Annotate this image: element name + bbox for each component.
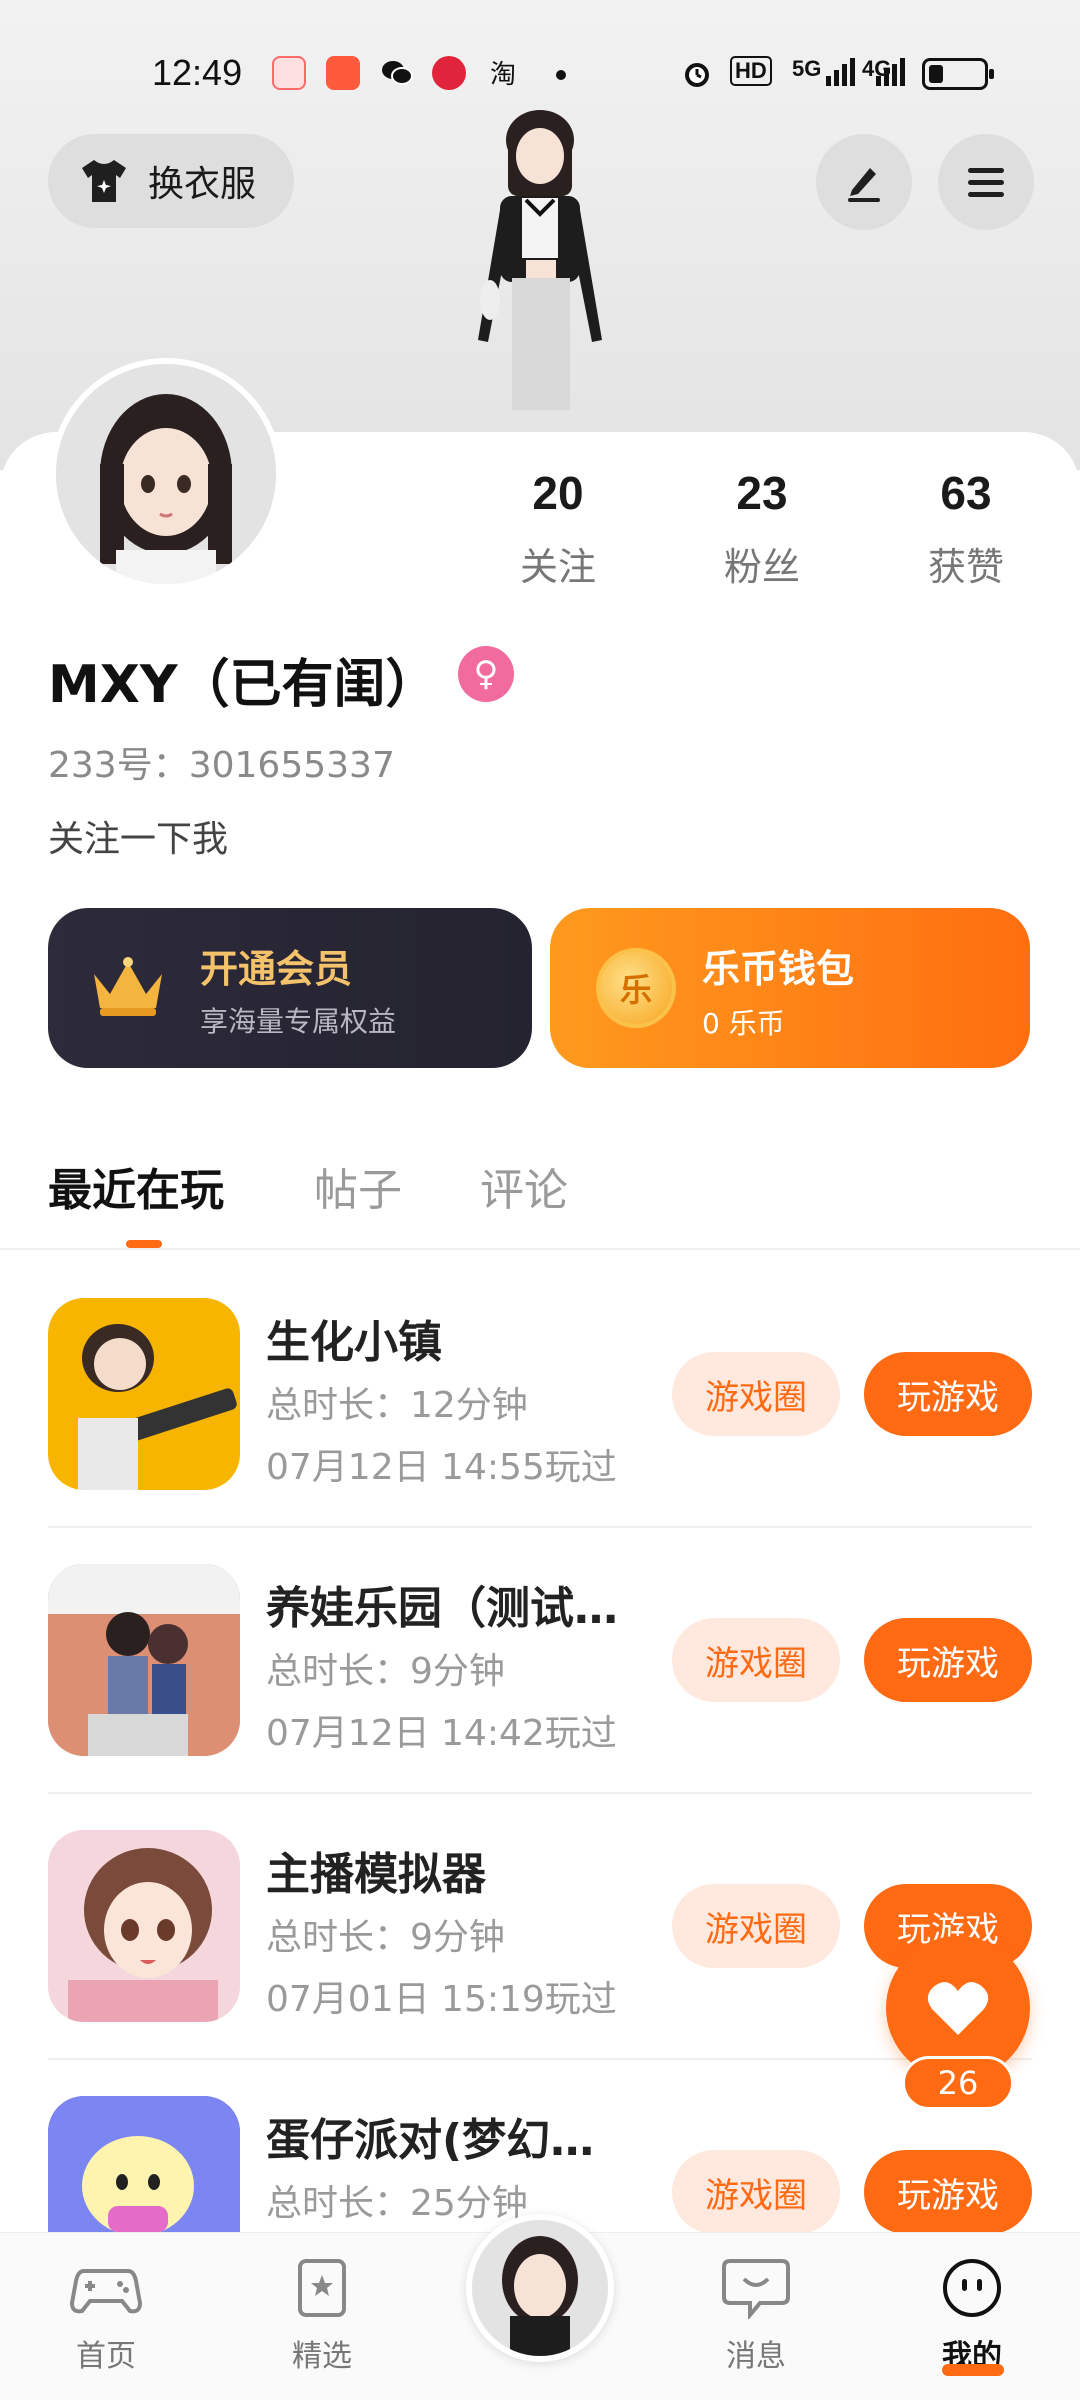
alarm-icon bbox=[680, 56, 714, 90]
shirt-icon bbox=[82, 160, 126, 202]
tab-recently-played[interactable]: 最近在玩 bbox=[48, 1154, 224, 1218]
coin-icon: 乐 bbox=[596, 948, 676, 1028]
game-last-played: 07月12日 14:42玩过 bbox=[266, 1713, 617, 1754]
battery-icon bbox=[922, 58, 994, 90]
nav-item-messages[interactable]: 消息 bbox=[686, 2257, 826, 2375]
game-duration: 总时长：12分钟 bbox=[266, 1385, 528, 1426]
like-count: 26 bbox=[902, 2056, 1014, 2110]
profile-name: MXY（已有闺） bbox=[48, 655, 438, 715]
followers-label: 粉丝 bbox=[723, 545, 800, 589]
taobao-icon: 淘 bbox=[488, 56, 522, 90]
game-name: 养娃乐园（测试… bbox=[266, 1583, 618, 1634]
female-gender-icon: ♀ bbox=[458, 646, 514, 702]
following-label: 关注 bbox=[519, 545, 596, 589]
tab-comments[interactable]: 评论 bbox=[480, 1154, 568, 1218]
svg-text:淘: 淘 bbox=[490, 60, 516, 90]
vip-membership-card[interactable]: 开通会员 享海量专属权益 bbox=[48, 908, 532, 1068]
list-item[interactable]: 生化小镇 总时长：12分钟 07月12日 14:55玩过 游戏圈 玩游戏 bbox=[48, 1298, 1032, 1562]
signal-bars-icon bbox=[826, 56, 860, 92]
kuaishou-app-icon bbox=[326, 56, 360, 90]
divider bbox=[48, 1526, 1032, 1528]
avatar-character-figure[interactable] bbox=[430, 110, 650, 440]
vip-subtitle: 享海量专属权益 bbox=[200, 1005, 397, 1038]
notification-dot bbox=[556, 70, 566, 80]
signal-bars-icon bbox=[876, 56, 910, 92]
active-tab-indicator bbox=[126, 1240, 162, 1248]
smile-face-icon bbox=[943, 2259, 1001, 2317]
play-game-button[interactable]: 玩游戏 bbox=[864, 1618, 1032, 1702]
profile-bio: 关注一下我 bbox=[48, 819, 229, 860]
game-name: 蛋仔派对(梦幻… bbox=[266, 2115, 595, 2166]
nav-label: 首页 bbox=[76, 2339, 136, 2374]
likes-count: 63 bbox=[940, 467, 992, 519]
gamepad-icon bbox=[69, 2269, 143, 2314]
crown-icon bbox=[94, 957, 162, 1016]
profile-tabs: 最近在玩 帖子 评论 bbox=[0, 1140, 1080, 1250]
game-last-played: 07月01日 15:19玩过 bbox=[266, 1979, 617, 2020]
game-circle-button[interactable]: 游戏圈 bbox=[672, 2150, 840, 2234]
hd-indicator: HD bbox=[730, 56, 772, 86]
game-name: 主播模拟器 bbox=[266, 1849, 486, 1900]
play-game-button[interactable]: 玩游戏 bbox=[864, 1352, 1032, 1436]
status-bar: 12:49 淘 HD 5G 4G bbox=[0, 40, 1080, 104]
nav-item-me[interactable]: 我的 bbox=[902, 2257, 1042, 2375]
game-name: 生化小镇 bbox=[266, 1317, 442, 1368]
likes-label: 获赞 bbox=[927, 545, 1004, 589]
game-thumbnail bbox=[48, 1564, 240, 1756]
list-item[interactable]: 养娃乐园（测试… 总时长：9分钟 07月12日 14:42玩过 游戏圈 玩游戏 bbox=[48, 1564, 1032, 1828]
star-card-icon bbox=[298, 2259, 346, 2317]
status-time: 12:49 bbox=[152, 52, 243, 93]
wallet-title: 乐币钱包 bbox=[702, 947, 855, 991]
change-outfit-button[interactable]: 换衣服 bbox=[48, 134, 294, 228]
game-duration: 总时长：25分钟 bbox=[266, 2183, 528, 2224]
user-id: 233号：301655337 bbox=[48, 745, 395, 786]
vip-title: 开通会员 bbox=[200, 947, 353, 991]
game-circle-button[interactable]: 游戏圈 bbox=[672, 1618, 840, 1702]
chat-icon bbox=[722, 2259, 790, 2321]
avatar[interactable] bbox=[50, 358, 282, 590]
game-circle-button[interactable]: 游戏圈 bbox=[672, 1884, 840, 1968]
game-duration: 总时长：9分钟 bbox=[266, 1917, 505, 1958]
list-item[interactable]: 主播模拟器 总时长：9分钟 07月01日 15:19玩过 游戏圈 玩游戏 bbox=[48, 1830, 1032, 2094]
heart-icon bbox=[927, 1982, 989, 2035]
wallet-card[interactable]: 乐 乐币钱包 0 乐币 bbox=[550, 908, 1030, 1068]
game-thumbnail bbox=[48, 1830, 240, 2022]
game-thumbnail bbox=[48, 1298, 240, 1490]
following-count: 20 bbox=[532, 467, 584, 519]
game-app-icon bbox=[272, 56, 306, 90]
game-circle-button[interactable]: 游戏圈 bbox=[672, 1352, 840, 1436]
divider bbox=[48, 1792, 1032, 1794]
edit-profile-button[interactable] bbox=[816, 134, 912, 230]
wallet-balance: 0 乐币 bbox=[702, 1007, 785, 1040]
pen-icon bbox=[848, 168, 880, 202]
game-last-played: 07月12日 14:55玩过 bbox=[266, 1447, 617, 1488]
nav-label: 消息 bbox=[726, 2339, 786, 2374]
menu-icon bbox=[968, 168, 1004, 197]
followers-count: 23 bbox=[736, 467, 788, 519]
nav-item-home[interactable]: 首页 bbox=[36, 2257, 176, 2375]
nav-label: 精选 bbox=[292, 2339, 352, 2374]
game-duration: 总时长：9分钟 bbox=[266, 1651, 505, 1692]
menu-button[interactable] bbox=[938, 134, 1034, 230]
nav-item-featured[interactable]: 精选 bbox=[252, 2257, 392, 2375]
wechat-icon bbox=[380, 56, 414, 90]
play-game-button[interactable]: 玩游戏 bbox=[864, 2150, 1032, 2234]
divider bbox=[48, 2058, 1032, 2060]
change-outfit-label: 换衣服 bbox=[148, 164, 257, 205]
tab-posts[interactable]: 帖子 bbox=[314, 1154, 402, 1218]
shopping-618-icon bbox=[432, 56, 466, 90]
nav-center-avatar[interactable] bbox=[466, 2214, 614, 2362]
nav-active-indicator bbox=[942, 2364, 1004, 2376]
5g-indicator: 5G bbox=[792, 56, 822, 81]
